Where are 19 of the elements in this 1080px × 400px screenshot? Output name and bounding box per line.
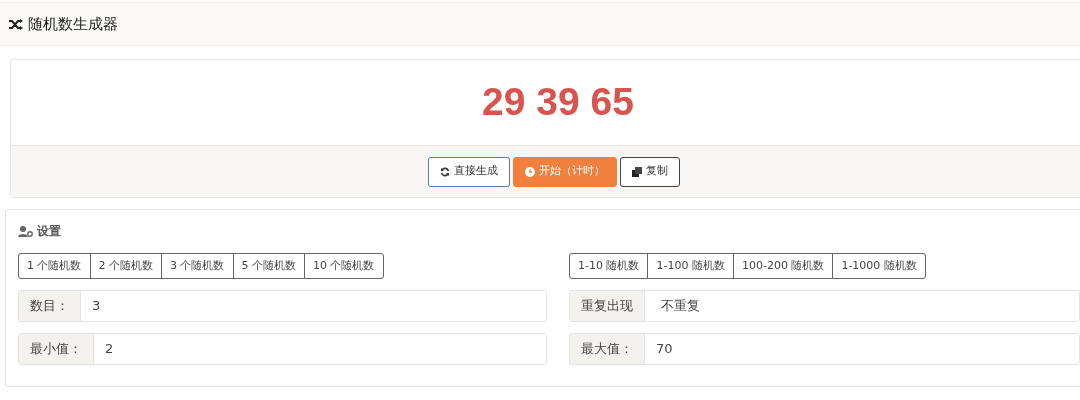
range-preset-button[interactable]: 100-200 随机数 — [732, 253, 834, 279]
user-gear-icon — [18, 225, 33, 237]
range-preset-button[interactable]: 1-10 随机数 — [569, 253, 649, 279]
shuffle-icon — [9, 18, 23, 30]
action-button[interactable]: 复制 — [620, 156, 680, 187]
page-title: 随机数生成器 — [28, 13, 118, 35]
count-preset-button[interactable]: 5 个随机数 — [232, 253, 305, 279]
count-preset-button[interactable]: 1 个随机数 — [18, 253, 91, 279]
copy-icon — [632, 166, 642, 177]
settings-title: 设置 — [37, 223, 61, 240]
count-preset-button[interactable]: 2 个随机数 — [89, 253, 162, 279]
action-button[interactable]: 直接生成 — [428, 156, 510, 187]
clock-icon — [525, 166, 535, 177]
refresh-icon — [440, 166, 450, 177]
range-preset-button[interactable]: 1-100 随机数 — [647, 253, 734, 279]
count-preset-button[interactable]: 10 个随机数 — [304, 253, 384, 279]
count-preset-button[interactable]: 3 个随机数 — [161, 253, 234, 279]
random-numbers: 29 39 65 — [482, 79, 634, 126]
range-preset-button[interactable]: 1-1000 随机数 — [832, 253, 926, 279]
